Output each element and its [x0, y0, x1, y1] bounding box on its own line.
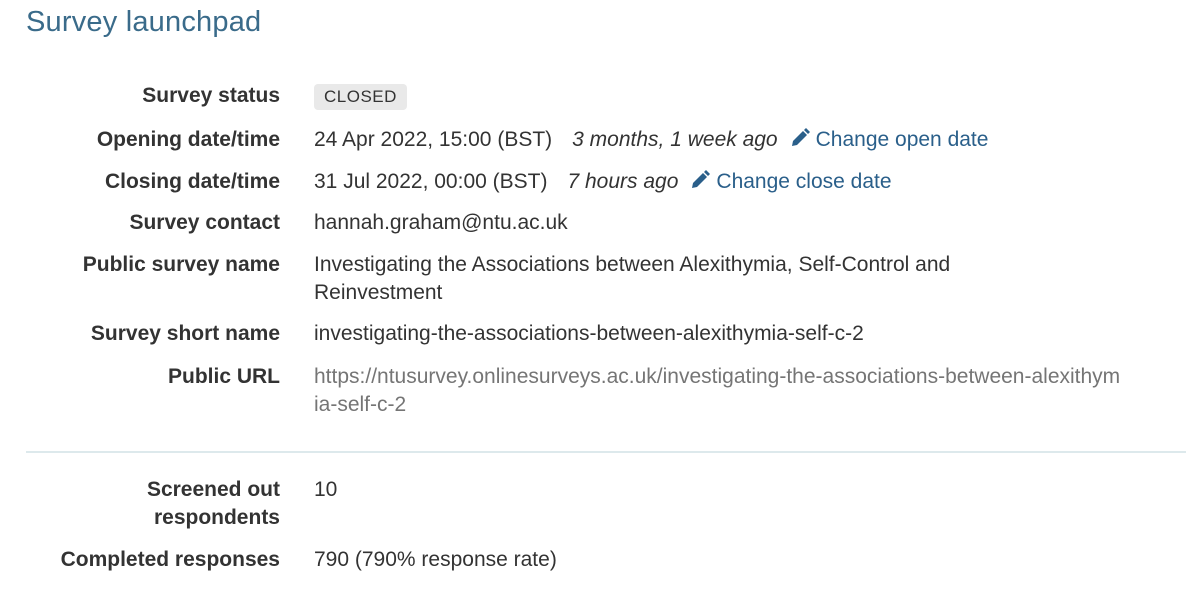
screened-out-value: 10 — [314, 478, 338, 501]
section-divider — [26, 451, 1186, 453]
page-title: Survey launchpad — [26, 6, 262, 38]
public-url-label: Public URL — [167, 365, 280, 388]
public-name-label: Public survey name — [82, 253, 280, 276]
change-close-date-link[interactable]: Change close date — [690, 170, 892, 193]
pencil-icon — [790, 128, 810, 156]
public-name-value: Investigating the Associations between A… — [314, 253, 951, 304]
survey-status-label: Survey status — [142, 84, 280, 107]
closing-date-value: 31 Jul 2022, 00:00 (BST) — [314, 170, 548, 193]
status-badge: CLOSED — [314, 84, 407, 110]
completed-responses-value: 790 (790% response rate) — [314, 548, 557, 571]
screened-out-label: Screened out respondents — [146, 478, 280, 529]
opening-date-value: 24 Apr 2022, 15:00 (BST) — [314, 128, 553, 151]
short-name-value: investigating-the-associations-between-a… — [314, 322, 864, 345]
public-url-link[interactable]: https://ntusurvey.onlinesurveys.ac.uk/in… — [314, 363, 1124, 419]
survey-contact-label: Survey contact — [129, 211, 280, 234]
completed-responses-label: Completed responses — [60, 548, 280, 571]
short-name-label: Survey short name — [90, 322, 280, 345]
opening-date-relative: 3 months, 1 week ago — [572, 128, 778, 151]
change-open-date-label: Change open date — [815, 128, 989, 151]
opening-date-label: Opening date/time — [96, 128, 280, 151]
closing-date-relative: 7 hours ago — [567, 170, 679, 193]
closing-date-label: Closing date/time — [104, 170, 280, 193]
pencil-icon — [690, 170, 711, 198]
change-open-date-link[interactable]: Change open date — [790, 128, 989, 151]
change-close-date-label: Change close date — [716, 170, 892, 193]
survey-contact-value: hannah.graham@ntu.ac.uk — [314, 211, 568, 234]
